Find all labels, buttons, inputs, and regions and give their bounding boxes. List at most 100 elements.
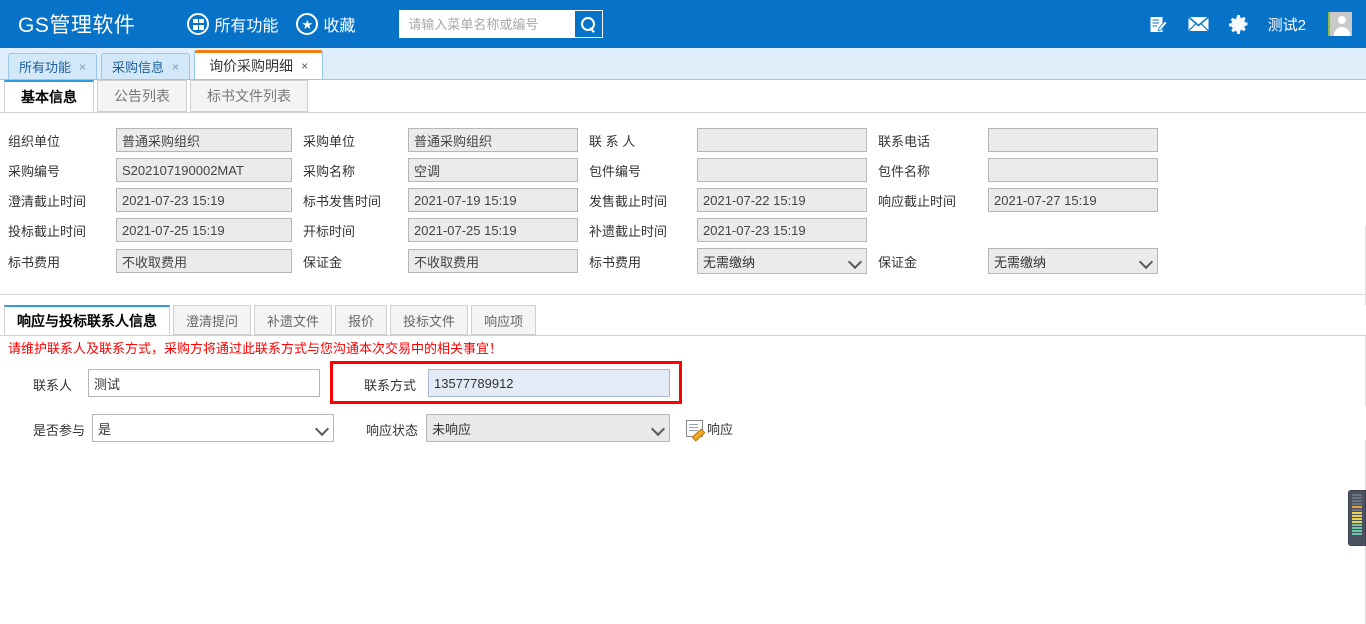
sub-tab-label: 公告列表 — [114, 88, 170, 104]
tab-quotation[interactable]: 报价 — [335, 305, 388, 335]
search-button[interactable] — [575, 11, 603, 37]
user-name[interactable]: 测试2 — [1268, 14, 1306, 35]
search-icon — [581, 16, 596, 32]
participate-select[interactable]: 是 — [92, 414, 334, 442]
response-status-select[interactable]: 未响应 — [426, 414, 670, 442]
form-row: 投标截止时间 2021-07-25 15:19 开标时间 2021-07-25 … — [0, 215, 1366, 245]
search-input[interactable] — [400, 11, 576, 37]
field-value-contact-person[interactable] — [697, 128, 867, 152]
field-label-deposit-pay: 保证金 — [878, 254, 918, 270]
field-label-contact-phone: 联系电话 — [878, 133, 931, 149]
select-value: 是 — [98, 421, 112, 437]
menu-search — [399, 10, 604, 38]
sub-tab-label: 基本信息 — [21, 88, 77, 105]
tab-all-functions[interactable]: 所有功能 × — [8, 53, 98, 79]
field-value-purchase-no[interactable]: S202107190002MAT — [116, 158, 292, 182]
header-menu: 所有功能 ★ 收藏 — [181, 12, 361, 36]
tab-response-contact-info[interactable]: 响应与投标联系人信息 — [4, 305, 170, 335]
field-value-bid-doc-sale-time[interactable]: 2021-07-19 15:19 — [408, 188, 578, 212]
field-value-contact-phone[interactable] — [988, 128, 1158, 152]
star-icon: ★ — [296, 13, 319, 35]
chevron-down-icon — [316, 422, 328, 434]
field-value-org-unit[interactable]: 普通采购组织 — [116, 128, 292, 152]
form-row: 采购编号 S202107190002MAT 采购名称 空调 包件编号 包件名称 — [0, 155, 1366, 185]
avatar[interactable] — [1328, 12, 1352, 36]
compose-icon[interactable] — [1149, 15, 1168, 34]
app-brand: GS管理软件 — [18, 14, 136, 37]
response-status-label: 响应状态 — [366, 423, 419, 438]
app-header: GS管理软件 所有功能 ★ 收藏 请输入菜单名称或编号 测试2 — [0, 0, 1366, 48]
field-label-clarify-deadline: 澄清截止时间 — [8, 193, 87, 209]
basic-info-panel: 组织单位 普通采购组织 采购单位 普通采购组织 联 系 人 联系电话 采购编号 … — [0, 113, 1366, 406]
chevron-down-icon — [652, 422, 664, 434]
field-label-package-no: 包件编号 — [589, 163, 642, 179]
field-value-bid-deadline[interactable]: 2021-07-25 15:19 — [116, 218, 292, 242]
field-label-package-name: 包件名称 — [878, 163, 931, 179]
participate-label: 是否参与 — [33, 423, 86, 438]
field-label-response-deadline: 响应截止时间 — [878, 193, 957, 209]
field-select-deposit-pay[interactable]: 无需缴纳 — [988, 248, 1158, 274]
section-tab-label: 补遗文件 — [267, 313, 320, 329]
tab-basic-info[interactable]: 基本信息 — [4, 80, 94, 112]
contact-method-input[interactable]: 13577789912 — [428, 369, 670, 397]
favorites-label: 收藏 — [323, 18, 356, 35]
tab-clarification-question[interactable]: 澄清提问 — [173, 305, 252, 335]
field-value-response-deadline[interactable]: 2021-07-27 15:19 — [988, 188, 1158, 212]
contact-person-label: 联系人 — [33, 378, 73, 393]
field-value-bid-open-time[interactable]: 2021-07-25 15:19 — [408, 218, 578, 242]
field-value-sale-deadline[interactable]: 2021-07-22 15:19 — [697, 188, 867, 212]
tab-label: 采购信息 — [112, 60, 165, 75]
field-label-bid-open-time: 开标时间 — [303, 223, 356, 239]
field-value-clarify-deadline[interactable]: 2021-07-23 15:19 — [116, 188, 292, 212]
select-value: 未响应 — [432, 421, 472, 437]
field-value-addendum-deadline[interactable]: 2021-07-23 15:19 — [697, 218, 867, 242]
field-label-bid-doc-fee: 标书费用 — [8, 254, 61, 270]
tab-bid-file[interactable]: 投标文件 — [390, 305, 469, 335]
close-icon[interactable]: × — [79, 60, 86, 74]
field-value-purchase-name[interactable]: 空调 — [408, 158, 578, 182]
field-value-package-name[interactable] — [988, 158, 1158, 182]
field-value-bid-doc-fee[interactable]: 不收取费用 — [116, 249, 292, 273]
close-icon[interactable]: × — [301, 59, 308, 73]
sub-tab-label: 标书文件列表 — [207, 88, 291, 104]
field-label-deposit: 保证金 — [303, 254, 343, 270]
section-tab-label: 响应与投标联系人信息 — [17, 312, 157, 329]
tab-addendum-file[interactable]: 补遗文件 — [254, 305, 333, 335]
field-select-bid-doc-fee-pay[interactable]: 无需缴纳 — [697, 248, 867, 274]
grid-icon — [187, 13, 210, 35]
field-value-deposit[interactable]: 不收取费用 — [408, 249, 578, 273]
tab-bid-doc-list[interactable]: 标书文件列表 — [190, 80, 308, 112]
section-tab-label: 报价 — [348, 313, 375, 329]
chevron-down-icon — [849, 255, 861, 267]
contact-row: 联系人 测试 联系方式 13577789912 — [0, 368, 1366, 398]
form-row: 澄清截止时间 2021-07-23 15:19 标书发售时间 2021-07-1… — [0, 185, 1366, 215]
gear-icon[interactable] — [1228, 14, 1248, 34]
field-label-addendum-deadline: 补遗截止时间 — [589, 223, 668, 239]
tab-inquiry-purchase-detail[interactable]: 询价采购明细 × — [194, 50, 324, 79]
respond-button-label: 响应 — [707, 422, 734, 437]
mail-icon[interactable] — [1187, 16, 1209, 32]
tab-announcement-list[interactable]: 公告列表 — [97, 80, 187, 112]
header-actions: 测试2 — [1149, 12, 1352, 36]
tab-purchase-info[interactable]: 采购信息 × — [101, 53, 191, 79]
all-functions-menu[interactable]: 所有功能 — [181, 12, 284, 36]
tab-response-items[interactable]: 响应项 — [471, 305, 537, 335]
field-value-purchase-unit[interactable]: 普通采购组织 — [408, 128, 578, 152]
warning-message: 请维护联系人及联系方式，采购方将通过此联系方式与您沟通本次交易中的相关事宜！ — [8, 341, 503, 356]
field-label-org-unit: 组织单位 — [8, 133, 61, 149]
respond-button[interactable]: 响应 — [686, 419, 733, 438]
side-toolbar-widget[interactable] — [1348, 490, 1366, 546]
tab-label: 所有功能 — [19, 60, 72, 75]
field-value-package-no[interactable] — [697, 158, 867, 182]
section-tab-label: 响应项 — [484, 313, 524, 329]
response-row: 是否参与 是 响应状态 未响应 — [0, 413, 1366, 443]
contact-person-input[interactable]: 测试 — [88, 369, 320, 397]
select-value: 无需缴纳 — [703, 254, 756, 270]
favorites-menu[interactable]: ★ 收藏 — [290, 12, 361, 36]
close-icon[interactable]: × — [172, 60, 179, 74]
contact-method-label: 联系方式 — [364, 378, 417, 393]
field-label-bid-doc-sale-time: 标书发售时间 — [303, 193, 382, 209]
field-label-purchase-unit: 采购单位 — [303, 133, 356, 149]
field-label-purchase-name: 采购名称 — [303, 163, 356, 179]
field-label-sale-deadline: 发售截止时间 — [589, 193, 668, 209]
